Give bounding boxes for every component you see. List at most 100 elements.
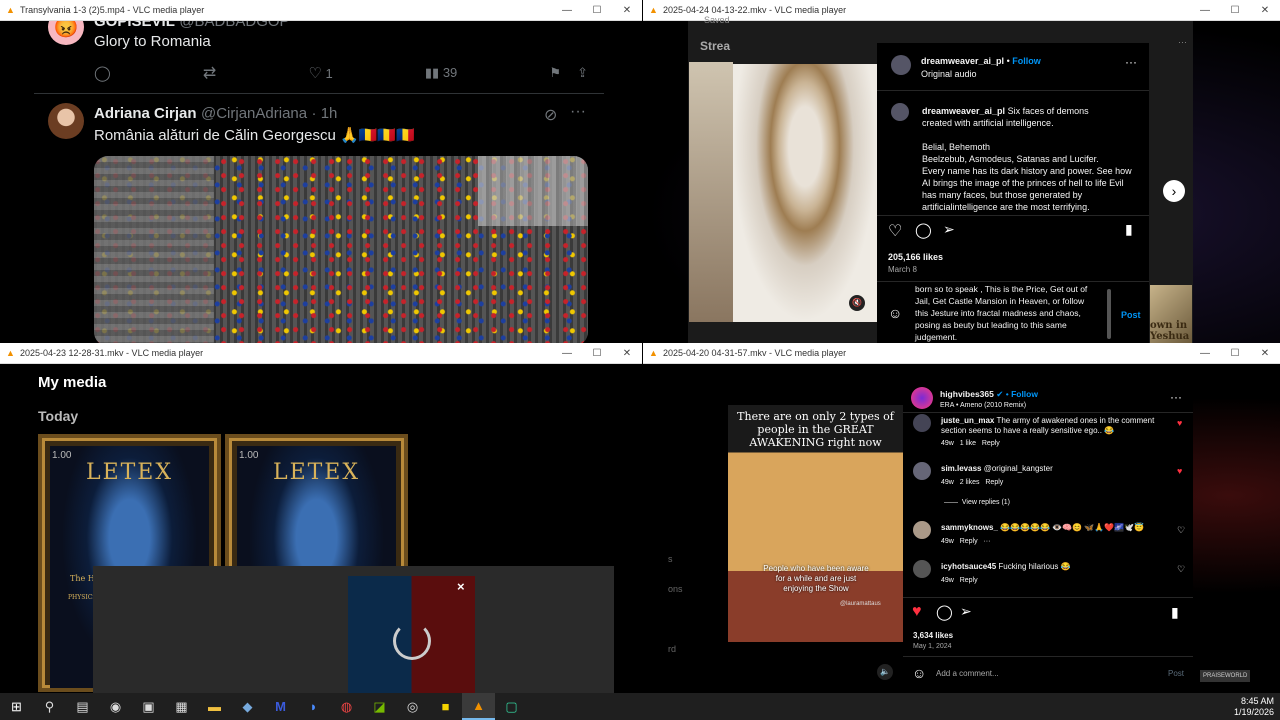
author-name[interactable]: GOPISEVIL [94,21,175,30]
app-icon[interactable]: ◉ [99,693,132,720]
vlc-window-top-left[interactable]: ▲ Transylvania 1-3 (2)5.mp4 - VLC media … [0,0,642,343]
minimize-button[interactable]: — [1190,348,1220,359]
reply-button[interactable]: Reply [960,577,978,584]
heart-icon[interactable]: ♥ [1177,418,1182,428]
clock[interactable]: 8:45 AM 1/19/2026 [1234,696,1280,718]
search-icon[interactable]: ⚲ [33,693,66,720]
reply-button[interactable]: Reply [985,479,1003,486]
comment-icon[interactable]: ◯ [915,221,932,239]
follow-button[interactable]: Follow [1012,56,1041,66]
app-icon[interactable]: ▦ [165,693,198,720]
close-button[interactable]: ✕ [612,5,642,16]
reel-author[interactable]: highvibes365 [940,389,994,399]
avatar[interactable] [913,414,931,432]
avatar[interactable] [913,560,931,578]
nvidia-icon[interactable]: ◪ [363,693,396,720]
comment-scrollbar[interactable] [1107,289,1111,339]
views-button[interactable]: ▮▮ 39 [425,65,457,81]
more-icon[interactable]: ··· [983,538,990,545]
right-panel-menu-icon[interactable]: ··· [1178,37,1187,47]
task-view-icon[interactable]: ▤ [66,693,99,720]
heart-icon[interactable]: ♥ [1177,466,1182,476]
app-icon[interactable]: ▣ [132,693,165,720]
author-handle[interactable]: @CirjanAdriana [201,105,307,122]
like-button[interactable]: ♡ 1 [308,64,332,82]
avatar[interactable] [911,387,933,409]
app-icon[interactable]: ◗ [297,693,330,720]
bookmark-icon[interactable]: ▮ [1125,221,1133,238]
more-icon[interactable]: ··· [1170,390,1182,404]
app-icon[interactable]: ◆ [231,693,264,720]
app-icon[interactable]: ◎ [396,693,429,720]
reply-icon[interactable]: ◯ [94,64,111,82]
app-icon[interactable]: ▢ [495,693,528,720]
mute-icon[interactable]: 🔈 [877,664,893,680]
post-button[interactable]: Post [1121,310,1141,320]
heart-icon[interactable]: ♡ [1177,525,1185,536]
view-replies-button[interactable]: —— View replies (1) [944,499,1212,506]
close-button[interactable]: ✕ [612,348,642,359]
heart-icon[interactable]: ♡ [888,221,902,241]
retweet-icon[interactable]: ⇄ [203,63,216,83]
comment-author[interactable]: juste_un_max [941,416,994,425]
avatar[interactable] [913,521,931,539]
close-button[interactable]: ✕ [1250,5,1280,16]
follow-button[interactable]: Follow [1011,389,1038,399]
next-arrow-button[interactable]: › [1163,180,1185,202]
start-button[interactable]: ⊞ [0,693,33,720]
maximize-button[interactable]: ☐ [1220,348,1250,359]
heart-icon[interactable]: ♡ [1177,564,1185,575]
bookmark-icon[interactable]: ⚑ [549,65,561,80]
comment-author[interactable]: icyhotsauce45 [941,562,996,571]
like-count[interactable]: 205,166 likes [888,251,943,263]
reel-author[interactable]: dreamweaver_ai_pl [921,56,1004,66]
comment-input[interactable]: born so to speak , This is the Price, Ge… [915,283,1105,343]
minimize-button[interactable]: — [1190,5,1220,16]
title-bar[interactable]: ▲ 2025-04-24 04-13-22.mkv - VLC media pl… [643,0,1280,21]
avatar[interactable] [891,103,909,121]
reply-button[interactable]: Reply [982,440,1000,447]
app-icon[interactable]: M [264,693,297,720]
comment-author[interactable]: sim.levass [941,464,981,473]
title-bar[interactable]: ▲ Transylvania 1-3 (2)5.mp4 - VLC media … [0,0,642,21]
more-icon[interactable]: ··· [570,103,586,121]
minimize-button[interactable]: — [552,348,582,359]
minimize-button[interactable]: — [552,5,582,16]
avatar[interactable]: 😡 [48,21,84,45]
comment-input[interactable]: Add a comment... [936,669,999,678]
maximize-button[interactable]: ☐ [1220,5,1250,16]
tweet-image[interactable] [94,156,588,343]
file-explorer-icon[interactable]: ▬ [198,693,231,720]
more-icon[interactable]: ··· [1125,55,1137,69]
avatar[interactable] [913,462,931,480]
avatar[interactable] [48,103,84,139]
avatar[interactable] [891,55,911,75]
grok-icon[interactable]: ⊘ [544,105,557,125]
maximize-button[interactable]: ☐ [582,5,612,16]
reel-image[interactable] [733,64,877,322]
emoji-icon[interactable]: ☺ [912,665,926,681]
close-icon[interactable]: × [457,579,465,594]
reply-button[interactable]: Reply [960,538,978,545]
sticky-notes-icon[interactable]: ■ [429,693,462,720]
title-bar[interactable]: ▲ 2025-04-23 12-28-31.mkv - VLC media pl… [0,343,642,364]
comment-author[interactable]: sammyknows_ [941,523,998,532]
author-handle[interactable]: @BADBADGOP [179,21,289,30]
bookmark-icon[interactable]: ▮ [1171,604,1179,621]
tweet-time[interactable]: · 1h [312,105,338,122]
audio-label[interactable]: ERA • Ameno (2010 Remix) [940,400,1026,412]
share-icon[interactable]: ➢ [960,603,972,620]
comment-likes[interactable]: 1 like [960,440,976,447]
vlc-taskbar-icon[interactable]: ▲ [462,693,495,720]
author-name[interactable]: Adriana Cirjan [94,105,197,122]
audio-label[interactable]: Original audio [921,68,977,80]
title-bar[interactable]: ▲ 2025-04-20 04-31-57.mkv - VLC media pl… [643,343,1280,364]
chrome-icon[interactable]: ◍ [330,693,363,720]
comment-icon[interactable]: ◯ [936,603,953,621]
maximize-button[interactable]: ☐ [582,348,612,359]
like-button[interactable]: ♥ [912,603,922,621]
share-icon[interactable]: ➢ [943,221,955,238]
close-button[interactable]: ✕ [1250,348,1280,359]
share-icon[interactable]: ⇪ [577,65,588,80]
mute-icon[interactable]: 🔇 [849,295,865,311]
